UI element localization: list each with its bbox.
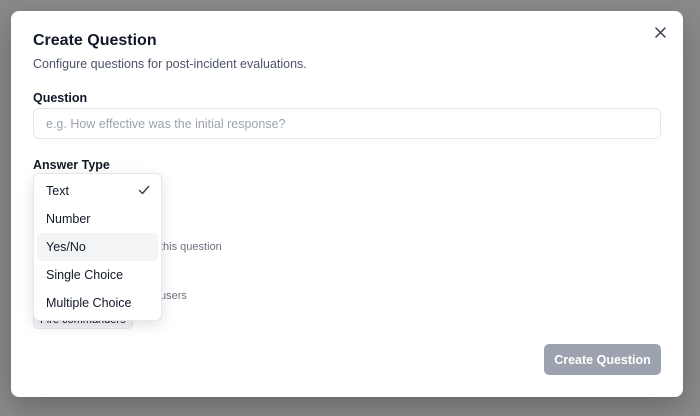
option-label: Multiple Choice (46, 296, 132, 310)
question-input[interactable] (33, 108, 661, 139)
question-label: Question (33, 91, 88, 105)
answer-type-dropdown: Text Number Yes/No Single Choice Multipl… (33, 173, 162, 321)
create-question-button[interactable]: Create Question (544, 344, 661, 375)
dialog-subtitle: Configure questions for post-incident ev… (33, 57, 307, 71)
dialog-title: Create Question (33, 32, 157, 49)
answer-type-label: Answer Type (33, 158, 110, 172)
option-single-choice[interactable]: Single Choice (37, 261, 158, 289)
check-icon (138, 185, 150, 195)
option-yes-no[interactable]: Yes/No (37, 233, 158, 261)
required-hint-text: this question (160, 241, 222, 253)
option-multiple-choice[interactable]: Multiple Choice (37, 289, 158, 317)
option-label: Text (46, 184, 69, 198)
option-label: Yes/No (46, 240, 86, 254)
audience-hint-text: users (160, 290, 187, 302)
option-number[interactable]: Number (37, 205, 158, 233)
close-button[interactable] (652, 24, 668, 40)
create-question-dialog: Create Question Configure questions for … (11, 11, 683, 397)
option-label: Number (46, 212, 91, 226)
x-icon (654, 26, 666, 38)
option-text[interactable]: Text (37, 177, 158, 205)
option-label: Single Choice (46, 268, 124, 282)
